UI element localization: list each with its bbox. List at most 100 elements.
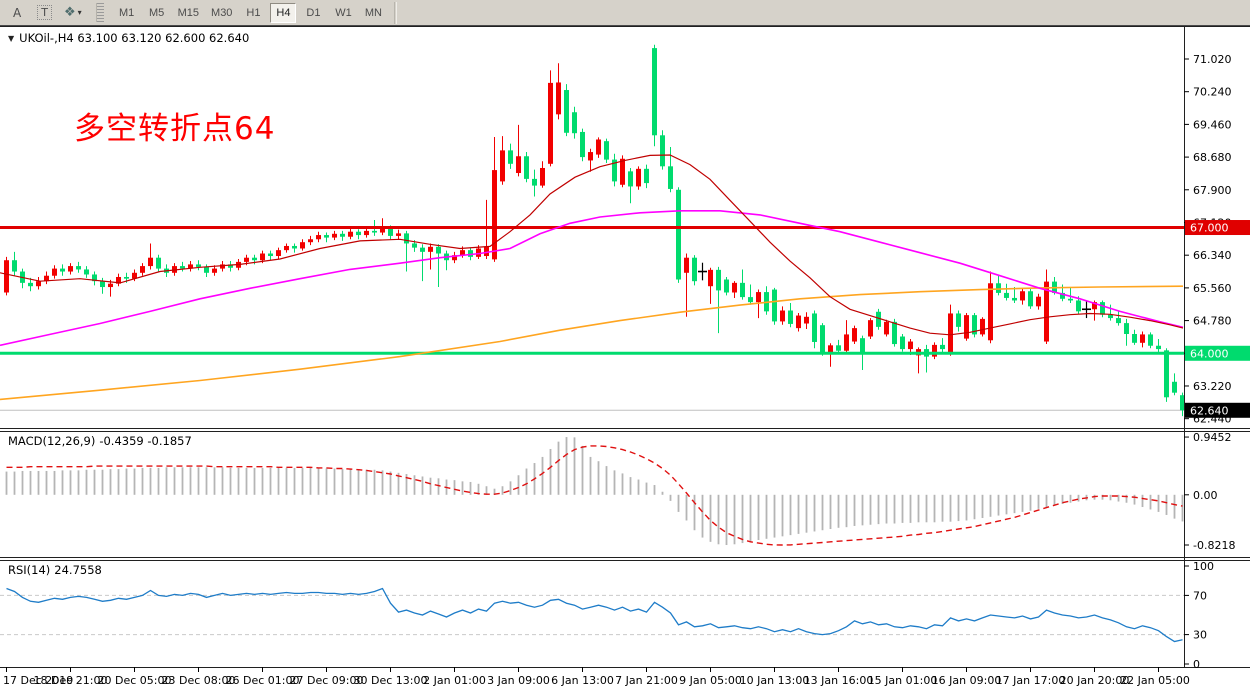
- candle-body: [372, 231, 377, 233]
- candle-body: [908, 342, 913, 350]
- candle-body: [868, 320, 873, 336]
- rsi-pane[interactable]: [0, 560, 1184, 667]
- candle-body: [900, 337, 905, 350]
- candle-body: [684, 258, 689, 273]
- price-tick-label: 70.240: [1193, 86, 1232, 99]
- candle-body: [36, 281, 41, 286]
- candle-body: [468, 250, 473, 257]
- candle-body: [660, 135, 665, 166]
- candle-body: [548, 83, 553, 164]
- price-tag-label: 64.000: [1190, 347, 1229, 360]
- candle-body: [844, 334, 849, 350]
- candle-body: [780, 311, 785, 322]
- candle-body: [996, 283, 1001, 293]
- candle-body: [348, 232, 353, 237]
- candle-body: [748, 297, 753, 302]
- candle-body: [1028, 291, 1033, 306]
- rsi-label-value: 24.7558: [54, 563, 102, 577]
- timeframe-button-w1[interactable]: W1: [330, 3, 356, 23]
- rsi-label-name: RSI(14): [8, 563, 50, 577]
- candle-body: [884, 322, 889, 335]
- arrows-icon: ❖: [64, 5, 76, 20]
- candle-body: [388, 228, 393, 236]
- candle-body: [316, 235, 321, 239]
- macd-tick-label: -0.8218: [1193, 539, 1235, 552]
- candle-body: [580, 132, 585, 157]
- candle-body: [204, 267, 209, 273]
- time-tick-label: 30 Dec 13:00: [354, 674, 428, 687]
- candle-body: [940, 345, 945, 349]
- toolbar-grip[interactable]: [96, 3, 104, 22]
- label-tool-icon: T: [37, 5, 52, 20]
- candle-body: [148, 258, 153, 266]
- time-tick-label: 9 Jan 05:00: [679, 674, 742, 687]
- timeframe-button-d1[interactable]: D1: [300, 3, 326, 23]
- candle-body: [332, 234, 337, 238]
- timeframe-button-m30[interactable]: M30: [207, 3, 236, 23]
- macd-pane[interactable]: [0, 431, 1184, 557]
- price-tick-label: 69.460: [1193, 118, 1232, 131]
- candle-body: [340, 234, 345, 237]
- candle-body: [212, 269, 217, 273]
- toolbar-separator: [394, 2, 397, 24]
- timeframe-button-m5[interactable]: M5: [144, 3, 170, 23]
- macd-tick-label: 0.00: [1193, 489, 1218, 502]
- timeframe-button-h4[interactable]: H4: [270, 3, 296, 23]
- candle-body: [1140, 334, 1145, 342]
- text-style-button[interactable]: A: [6, 3, 28, 23]
- candle-body: [12, 260, 17, 271]
- candle-body: [484, 246, 489, 256]
- time-tick-label: 20 Dec 05:00: [98, 674, 172, 687]
- macd-label-name: MACD(12,26,9): [8, 434, 95, 448]
- candle-body: [1116, 318, 1121, 323]
- candle-body: [1020, 291, 1025, 300]
- dropdown-icon[interactable]: ▼: [8, 34, 14, 43]
- timeframe-button-m15[interactable]: M15: [174, 3, 203, 23]
- candle-body: [308, 239, 313, 242]
- candle-body: [1156, 346, 1161, 349]
- candle-body: [356, 232, 361, 235]
- candle-body: [692, 258, 697, 281]
- rsi-tick-label: 70: [1193, 589, 1207, 602]
- candle-body: [588, 152, 593, 160]
- timeframe-button-mn[interactable]: MN: [360, 3, 386, 23]
- candle-body: [1068, 299, 1073, 301]
- candle-body: [948, 313, 953, 353]
- candle-body: [564, 90, 569, 133]
- candle-body: [628, 171, 633, 186]
- candle-body: [812, 313, 817, 342]
- candle-body: [140, 266, 145, 273]
- candle-body: [804, 317, 809, 324]
- timeframe-button-h1[interactable]: H1: [240, 3, 266, 23]
- chart-title: ▼ UKOil-,H4 63.100 63.120 62.600 62.640: [8, 31, 249, 45]
- time-tick-label: 6 Jan 13:00: [551, 674, 614, 687]
- candle-body: [956, 313, 961, 326]
- candle-body: [988, 283, 993, 340]
- price-tick-label: 71.020: [1193, 53, 1232, 66]
- candle-body: [404, 233, 409, 243]
- candle-body: [820, 325, 825, 352]
- candle-body: [268, 254, 273, 257]
- timeframe-button-m1[interactable]: M1: [114, 3, 140, 23]
- candle-body: [252, 258, 257, 261]
- price-tick-label: 63.220: [1193, 380, 1232, 393]
- macd-tick-label: 0.9452: [1193, 431, 1232, 444]
- candle-body: [676, 190, 681, 280]
- candle-body: [436, 247, 441, 254]
- timeframe-group: M1M5M15M30H1H4D1W1MN: [112, 3, 389, 23]
- time-tick-label: 13 Jan 16:00: [804, 674, 874, 687]
- label-tool-button[interactable]: T: [30, 3, 59, 23]
- candle-body: [260, 254, 265, 261]
- candle-body: [364, 231, 369, 235]
- rsi-tick-label: 30: [1193, 629, 1207, 642]
- candle-body: [324, 235, 329, 238]
- rsi-indicator-label: RSI(14) 24.7558: [8, 563, 106, 577]
- candle-body: [124, 277, 129, 279]
- candle-body: [524, 156, 529, 179]
- candle-body: [964, 315, 969, 338]
- arrows-dropdown-button[interactable]: ❖ ▾: [64, 5, 82, 20]
- candle-body: [828, 345, 833, 352]
- candle-body: [852, 328, 857, 341]
- chevron-down-icon: ▾: [78, 8, 82, 17]
- candle-body: [68, 266, 73, 271]
